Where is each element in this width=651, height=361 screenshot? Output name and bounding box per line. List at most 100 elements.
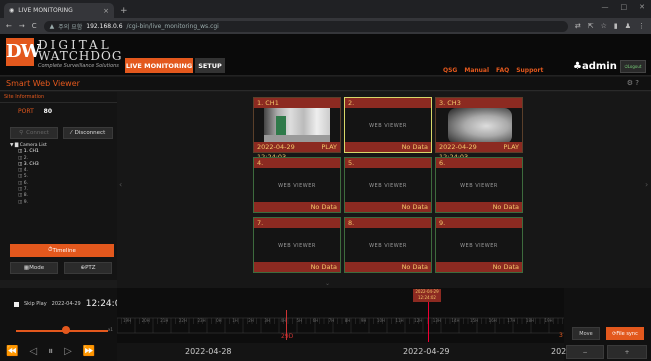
camera-tile[interactable]: 7. WEB VIEWER No Data (253, 217, 341, 273)
disconnect-button[interactable]: ⁄ Disconnect (63, 127, 113, 139)
maximize-icon[interactable]: □ (621, 3, 628, 11)
tick-label: 14H (451, 318, 460, 323)
tick-label: 17H (507, 318, 516, 323)
tile-label: 1. CH1 (254, 98, 340, 108)
bookmark-star-icon[interactable]: ☆ (601, 22, 607, 30)
tab-close-icon[interactable]: × (103, 7, 109, 15)
pause-icon[interactable]: ⏸ (48, 346, 53, 357)
file-sync-button[interactable]: ⟳ File sync (606, 327, 644, 340)
user-name: ♣admin (573, 61, 617, 72)
time-cursor[interactable] (428, 302, 429, 342)
user-icon: ♣ (573, 61, 582, 72)
link-qsg[interactable]: QSG (443, 67, 457, 74)
tile-status: No Data (401, 203, 428, 211)
timeline-button[interactable]: ⏱ Timeline (10, 244, 114, 257)
profile-icon[interactable]: ♟ (625, 22, 631, 30)
connect-button[interactable]: ⚲ Connect (10, 127, 58, 139)
tick-label: 21H (160, 318, 169, 323)
collapse-right-icon[interactable]: › (645, 180, 648, 189)
warning-icon: ▲ (49, 22, 55, 30)
tick-label: 10H (376, 318, 386, 323)
link-faq[interactable]: FAQ (496, 67, 509, 74)
date-left: 2022-04-28 (185, 347, 232, 356)
tick-label: 5H (296, 318, 303, 323)
new-tab-icon[interactable]: + (120, 6, 128, 16)
port-value[interactable]: 80 (44, 108, 52, 115)
zoom-in-button[interactable]: + (607, 345, 647, 359)
reload-icon[interactable]: C (32, 22, 37, 30)
step-forward-icon[interactable]: ▷ (64, 346, 72, 357)
tick-label: 13H (432, 318, 441, 323)
sidepanel-icon[interactable]: ▮ (614, 22, 618, 30)
tile-status: No Data (492, 203, 519, 211)
tick-label: 7H (328, 318, 335, 323)
tile-label: 4. (254, 158, 340, 168)
camera-item[interactable]: ◫ 9. (10, 200, 47, 206)
step-back-icon[interactable]: ◁ (29, 346, 37, 357)
tile-status: 2022-04-29 12:24:03 (439, 143, 477, 161)
forward-fast-icon[interactable]: ⏩ (83, 346, 95, 357)
tile-label: 8. (345, 218, 431, 228)
connect-icon: ⚲ (19, 130, 24, 136)
translate-icon[interactable]: ⇄ (575, 22, 581, 30)
camera-video (448, 108, 512, 144)
disconnect-icon: ⁄ (70, 130, 72, 136)
link-support[interactable]: Support (516, 67, 543, 74)
speed-slider-knob[interactable] (62, 326, 70, 334)
zoom-out-button[interactable]: − (566, 345, 604, 359)
back-icon[interactable]: ← (6, 22, 12, 30)
ptz-button[interactable]: ⊕ PTZ (64, 262, 112, 274)
url-field[interactable]: ▲ 주의 요함 192.168.0.6 /cgi-bin/live_monito… (43, 20, 568, 32)
rewind-fast-icon[interactable]: ⏪ (6, 346, 18, 357)
mode-button[interactable]: ▦ Mode (10, 262, 58, 274)
tick-label: 20H (141, 318, 150, 323)
tile-status: No Data (492, 263, 519, 271)
minimize-icon[interactable]: — (602, 3, 609, 11)
address-bar-row: ← → C ▲ 주의 요함 192.168.0.6 /cgi-bin/live_… (0, 18, 651, 34)
camera-tile[interactable]: 9. WEB VIEWER No Data (435, 217, 523, 273)
camera-tree: ▼ ▇ Camera List ◫ 1. CH1 ◫ 2. ◫ 3. CH3 ◫… (10, 143, 47, 206)
tick-label: 1H (232, 318, 238, 323)
web-viewer-placeholder: WEB VIEWER (278, 183, 316, 189)
camera-tile[interactable]: 2. WEB VIEWER No Data (344, 97, 432, 153)
camera-tile[interactable]: 1. CH1 2022-04-29 12:24:03 PLAY (253, 97, 341, 161)
close-window-icon[interactable]: ✕ (639, 3, 645, 11)
viewer-titlebar: Smart Web Viewer ⚙ ? (0, 77, 651, 91)
camera-tile[interactable]: 8. WEB VIEWER No Data (344, 217, 432, 273)
link-manual[interactable]: Manual (464, 67, 489, 74)
camera-tile[interactable]: 5. WEB VIEWER No Data (344, 157, 432, 213)
settings-gear-icon[interactable]: ⚙ ? (627, 79, 639, 87)
collapse-left-icon[interactable]: ‹ (119, 180, 122, 189)
tile-status-bar: No Data (436, 202, 522, 212)
camera-tile[interactable]: 3. CH3 2022-04-29 12:24:03 PLAY (435, 97, 523, 161)
collapse-bottom-icon[interactable]: ⌄ (325, 280, 330, 287)
tile-status-bar: No Data (436, 262, 522, 272)
timeline-track[interactable]: 19H 20H 21H 22H 23H 0H 1H 2H 3H 4H 5H 6H 7H 8H 9H 10H 11… (117, 288, 564, 343)
camera-tile[interactable]: 6. WEB VIEWER No Data (435, 157, 523, 213)
browser-tab[interactable]: ◉ LIVE MONITORING × (4, 3, 114, 18)
timeline-tick-labels: 19H 20H 21H 22H 23H 0H 1H 2H 3H 4H 5H 6H 7H 8H 9H 10H 11… (123, 318, 553, 323)
forward-icon[interactable]: → (19, 22, 25, 30)
tile-status-bar: No Data (345, 262, 431, 272)
skip-play-checkbox[interactable] (14, 301, 19, 307)
date-right: 202 (551, 347, 567, 356)
web-viewer-placeholder: WEB VIEWER (369, 183, 407, 189)
tick-label: 6H (312, 318, 319, 323)
camera-tile[interactable]: 4. WEB VIEWER No Data (253, 157, 341, 213)
tile-status-bar: 2022-04-29 12:24:03 PLAY (436, 142, 522, 161)
tile-status: No Data (401, 143, 428, 151)
nav-setup[interactable]: SETUP (195, 58, 225, 73)
url-path: /cgi-bin/live_monitoring_ws.cgi (126, 22, 219, 30)
move-button[interactable]: Move (572, 327, 600, 340)
share-icon[interactable]: ⇱ (588, 22, 594, 30)
tab-title: LIVE MONITORING (18, 7, 73, 14)
date-strip: 2022-04-28 2022-04-29 202 (117, 343, 567, 361)
menu-icon[interactable]: ⋮ (638, 22, 645, 30)
web-viewer-placeholder: WEB VIEWER (278, 243, 316, 249)
logo-mark: DW (6, 38, 41, 66)
web-viewer-placeholder: WEB VIEWER (460, 243, 498, 249)
tick-label: 18H (525, 318, 535, 323)
nav-live-monitoring[interactable]: LIVE MONITORING (125, 58, 193, 73)
logout-button[interactable]: ⏻ Logout (620, 60, 646, 73)
tick-label: 15H (470, 318, 479, 323)
